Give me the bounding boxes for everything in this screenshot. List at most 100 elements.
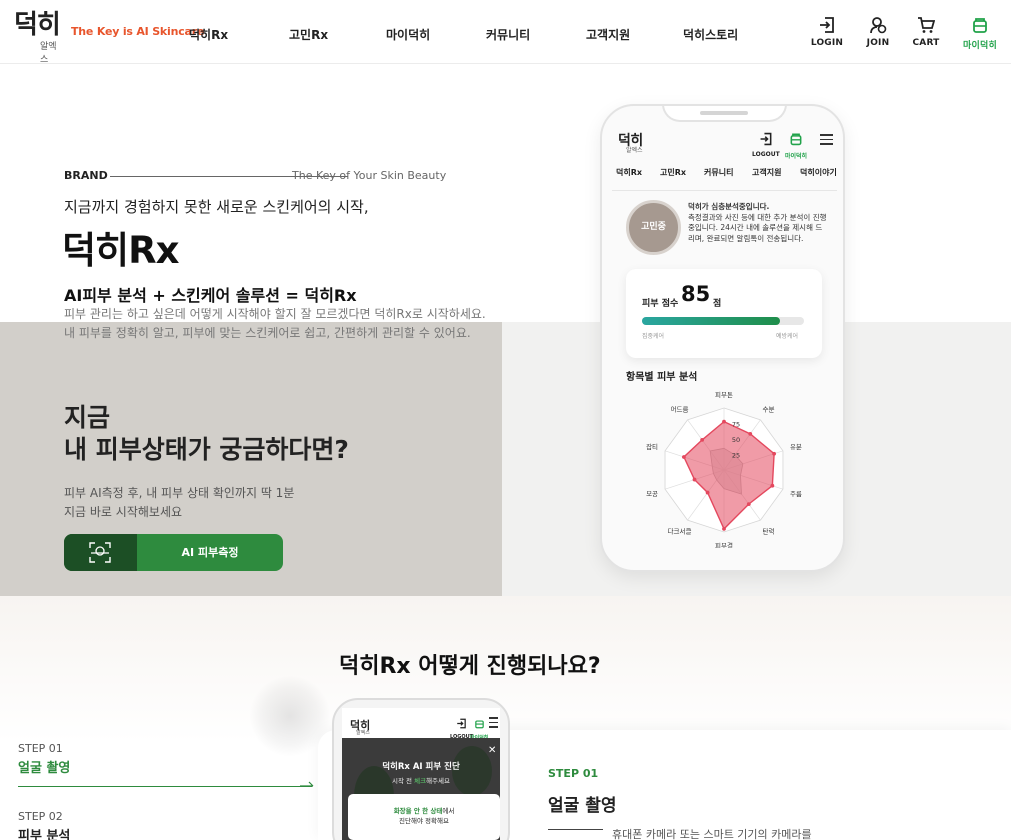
phone-score-label: 피부 점수	[642, 299, 679, 309]
phone-nav-item: 덕히이야기	[800, 168, 837, 177]
hero-intro: 지금까지 경험하지 못한 새로운 스킨케어의 시작,	[64, 198, 369, 216]
radar-axis-label: 모공	[646, 490, 658, 498]
step-1-underline	[18, 786, 312, 787]
process-phone-logo-subtext: 알엑스	[356, 730, 370, 736]
radar-axis-label: 유분	[790, 443, 802, 451]
modal-subtitle-highlight: 체크	[414, 777, 427, 785]
radar-axis-label: 어드름	[671, 404, 689, 413]
phone-logout-label: LOGOUT	[752, 151, 780, 158]
cart-icon	[918, 17, 935, 33]
step-2-label: STEP 02	[18, 810, 63, 823]
my-duckhee-label: 마이덕히	[963, 41, 997, 51]
process-phone-mockup: 덕히 알엑스 LOGOUT 마이덕히 ✕ 덕히Rx AI 피부 진단 시작 전 …	[332, 698, 510, 840]
checklist-card: 화장을 안 한 상태에서 진단해야 정확해요	[348, 794, 500, 840]
phone-score-bar-min: 집중케어	[642, 333, 665, 340]
phone-radar-title: 항목별 피부 분석	[626, 372, 698, 383]
site-header: 덕히 알엑스 The Key is AI Skincare 덕히Rx 고민Rx …	[0, 0, 1011, 65]
radar-axis-label: 피부톤	[715, 390, 733, 399]
step-1-tab[interactable]: 얼굴 촬영	[18, 757, 70, 776]
modal-subtitle-after: 해주세요	[426, 777, 450, 785]
cta-title: 지금 내 피부상태가 궁금하다면?	[64, 402, 349, 466]
login-icon	[820, 17, 834, 33]
cart-label: CART	[912, 38, 940, 48]
phone-nav-item: 고민Rx	[660, 168, 687, 177]
hero-description-line2: 내 피부를 정확히 알고, 피부에 맞는 스킨케어로 쉽고, 간편하게 관리할 …	[64, 326, 471, 340]
process-phone-logout-icon	[457, 718, 466, 729]
phone-mockup: 덕히 알엑스 LOGOUT 마이덕히 덕히Rx 고민Rx 커뮤니티 고객지원 덕…	[600, 104, 845, 572]
radar-point-잡티	[682, 455, 686, 459]
detail-divider	[548, 829, 603, 830]
my-duckhee-button[interactable]: 마이덕히	[958, 16, 1002, 51]
radar-tick-label: 25	[732, 452, 740, 460]
phone-my-duckhee-label: 마이덕히	[785, 153, 808, 160]
nav-item-community[interactable]: 커뮤니티	[486, 26, 530, 43]
process-phone-screen: 덕히 알엑스 LOGOUT 마이덕히 ✕ 덕히Rx AI 피부 진단 시작 전 …	[342, 708, 500, 840]
checklist-text: 화장을 안 한 상태에서 진단해야 정확해요	[348, 806, 500, 826]
radar-point-탄력	[746, 502, 751, 507]
phone-avatar: 고민중	[626, 200, 681, 255]
phone-nav-divider	[612, 190, 837, 191]
login-button[interactable]: LOGIN	[805, 16, 849, 48]
hero-description-line1: 피부 관리는 하고 싶은데 어떻게 시작해야 할지 잘 모르겠다면 덕히Rx로 …	[64, 307, 486, 321]
phone-my-duckhee-button: 마이덕히	[785, 131, 807, 160]
logo-subtext: 알엑스	[40, 42, 57, 65]
radar-axis-label: 피부결	[715, 541, 733, 548]
process-phone-menu-icon	[489, 717, 498, 731]
checklist-line1-rest: 에서	[442, 807, 455, 815]
checklist-highlight: 화장을 안 한 상태	[393, 807, 443, 815]
nav-item-story[interactable]: 덕히스토리	[683, 26, 738, 43]
logo-text: 덕히	[14, 10, 61, 40]
radar-axis-label: 주름	[790, 490, 802, 498]
hero-formula: AI피부 분석 + 스킨케어 솔루션 = 덕히Rx	[64, 286, 357, 305]
phone-logout-button: LOGOUT	[752, 131, 780, 158]
phone-menu-icon	[820, 134, 833, 148]
detail-step-name: 얼굴 촬영	[548, 796, 617, 816]
process-phone-my-duckhee: 마이덕히	[470, 714, 488, 741]
phone-score-unit: 점	[713, 299, 722, 309]
radar-axis-label: 탄력	[762, 527, 774, 536]
step-arrow-icon	[300, 781, 314, 787]
step-2-tab[interactable]: 피부 분석	[18, 825, 70, 840]
brand-label: BRAND	[64, 169, 108, 182]
modal-subtitle-before: 시작 전	[392, 777, 415, 785]
cta-description-line1: 피부 AI측정 후, 내 피부 상태 확인까지 딱 1분	[64, 486, 295, 500]
nav-item-my-duckhee[interactable]: 마이덕히	[386, 26, 430, 43]
checklist-line2: 진단해야 정확해요	[399, 817, 449, 825]
radar-point-수분	[748, 431, 753, 436]
process-phone-my-duckhee-icon	[474, 720, 484, 729]
phone-speaker	[700, 111, 748, 115]
join-icon	[870, 17, 887, 34]
cta-description: 피부 AI측정 후, 내 피부 상태 확인까지 딱 1분 지금 바로 시작해보세…	[64, 484, 294, 522]
radar-axis-label: 다크서클	[668, 527, 692, 536]
hero-title: 덕히Rx	[62, 229, 179, 272]
phone-logout-icon	[760, 132, 772, 146]
brand-key-text: The Key of Your Skin Beauty	[292, 169, 447, 182]
radar-axis-label: 수분	[762, 405, 774, 413]
skin-radar-chart: 25 50 75 피부톤수분유분주름탄력피부결 다크서클 모공 잡티 어드름	[646, 390, 802, 548]
login-label: LOGIN	[810, 38, 844, 48]
hero-description: 피부 관리는 하고 싶은데 어떻게 시작해야 할지 잘 모르겠다면 덕히Rx로 …	[64, 305, 486, 343]
modal-close-icon[interactable]: ✕	[488, 745, 496, 756]
radar-point-주름	[770, 483, 775, 488]
phone-status-body: 측정결과와 사진 등에 대한 추가 분석이 진행중입니다. 24시간 내에 솔루…	[688, 212, 827, 243]
phone-score-value: 85	[681, 282, 711, 306]
phone-nav-item: 덕히Rx	[616, 168, 643, 177]
nav-item-gomin-rx[interactable]: 고민Rx	[289, 26, 328, 43]
phone-score-bar	[642, 317, 804, 325]
detail-description: 휴대폰 카메라 또는 스마트 기기의 카메라를	[612, 828, 812, 840]
radar-axis-label: 잡티	[646, 442, 658, 451]
brand-row: BRAND The Key of Your Skin Beauty	[64, 168, 447, 184]
ai-skin-measure-button[interactable]: AI 피부측정	[64, 534, 283, 571]
cta-title-line1: 지금	[64, 403, 111, 432]
brand-tagline: The Key is AI Skincare	[71, 25, 205, 38]
join-button[interactable]: JOIN	[856, 16, 900, 48]
radar-point-피부결	[722, 527, 726, 531]
radar-point-다크서클	[705, 490, 710, 495]
phone-score-card: 피부 점수 85 점 집중케어 예방케어	[626, 269, 822, 358]
cta-icon-box	[64, 534, 137, 571]
nav-item-support[interactable]: 고객지원	[586, 26, 630, 43]
nav-item-duckhee-rx[interactable]: 덕히Rx	[189, 26, 228, 43]
phone-nav-item: 고객지원	[752, 168, 782, 177]
logo[interactable]: 덕히 알엑스	[14, 10, 61, 65]
cart-button[interactable]: CART	[904, 16, 948, 48]
